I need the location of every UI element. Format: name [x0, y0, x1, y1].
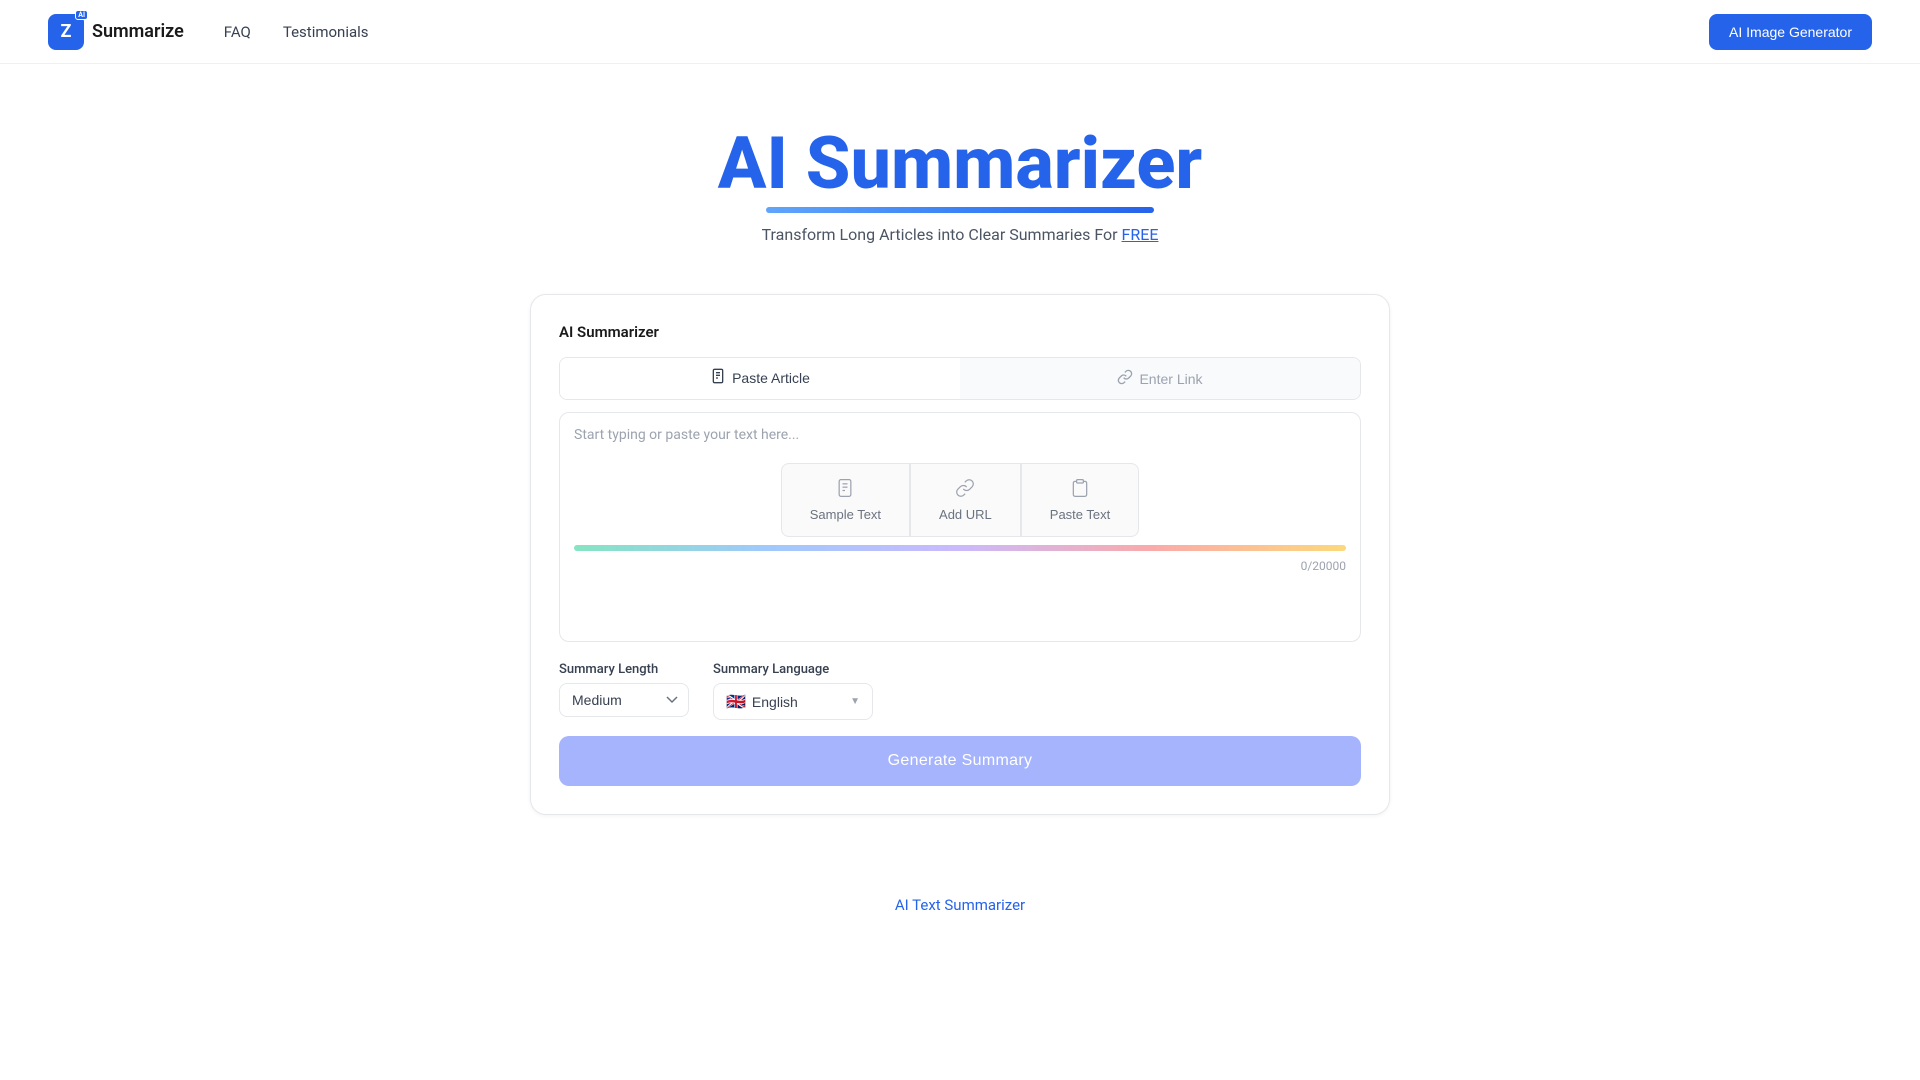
footer-section: AI Text Summarizer — [0, 835, 1920, 934]
hero-underline — [766, 207, 1154, 213]
tab-paste-article[interactable]: Paste Article — [560, 358, 960, 399]
summary-length-group: Summary Length Short Medium Long — [559, 662, 689, 720]
nav-link-faq[interactable]: FAQ — [224, 23, 251, 41]
ai-badge: AI — [75, 10, 88, 20]
paste-text-icon — [1070, 478, 1090, 501]
language-select-wrapper[interactable]: 🇬🇧 English Spanish French German ▼ — [713, 683, 873, 720]
paste-text-button[interactable]: Paste Text — [1021, 463, 1139, 537]
nav-links: FAQ Testimonials — [224, 23, 1709, 41]
char-count: 0/20000 — [574, 559, 1346, 573]
textarea-placeholder: Start typing or paste your text here... — [574, 427, 1346, 443]
hero-title: AI Summarizer — [718, 124, 1202, 203]
main-card: AI Summarizer Paste Article Enter Link S… — [530, 294, 1390, 815]
generate-summary-button[interactable]: Generate Summary — [559, 736, 1361, 786]
settings-row: Summary Length Short Medium Long Summary… — [559, 662, 1361, 720]
hero-subtitle: Transform Long Articles into Clear Summa… — [20, 225, 1900, 244]
sample-text-button[interactable]: Sample Text — [781, 463, 910, 537]
hero-section: AI Summarizer Transform Long Articles in… — [0, 64, 1920, 274]
tab-bar: Paste Article Enter Link — [559, 357, 1361, 400]
flag-icon: 🇬🇧 — [726, 692, 746, 711]
rainbow-decoration — [574, 545, 1346, 551]
paste-article-icon — [710, 368, 726, 387]
ai-image-generator-button[interactable]: AI Image Generator — [1709, 14, 1872, 50]
tab-enter-link[interactable]: Enter Link — [960, 358, 1360, 399]
logo[interactable]: Z AI Summarize — [48, 14, 184, 50]
summary-language-group: Summary Language 🇬🇧 English Spanish Fren… — [713, 662, 873, 720]
card-title: AI Summarizer — [559, 323, 1361, 341]
footer-link[interactable]: AI Text Summarizer — [895, 896, 1025, 914]
hero-free-link[interactable]: FREE — [1122, 225, 1159, 244]
text-input-area[interactable]: Start typing or paste your text here... … — [559, 412, 1361, 642]
nav-link-testimonials[interactable]: Testimonials — [283, 23, 369, 41]
sample-text-icon — [835, 478, 855, 501]
chevron-down-icon: ▼ — [850, 696, 860, 707]
language-select[interactable]: English Spanish French German — [752, 694, 844, 710]
option-buttons: Sample Text Add URL Paste Text — [574, 463, 1346, 537]
summary-length-label: Summary Length — [559, 662, 689, 677]
add-url-button[interactable]: Add URL — [910, 463, 1021, 537]
enter-link-icon — [1117, 369, 1133, 388]
summary-length-select[interactable]: Short Medium Long — [559, 683, 689, 717]
logo-text: Summarize — [92, 21, 184, 42]
add-url-icon — [955, 478, 975, 501]
summary-language-label: Summary Language — [713, 662, 873, 677]
logo-icon: Z AI — [48, 14, 84, 50]
